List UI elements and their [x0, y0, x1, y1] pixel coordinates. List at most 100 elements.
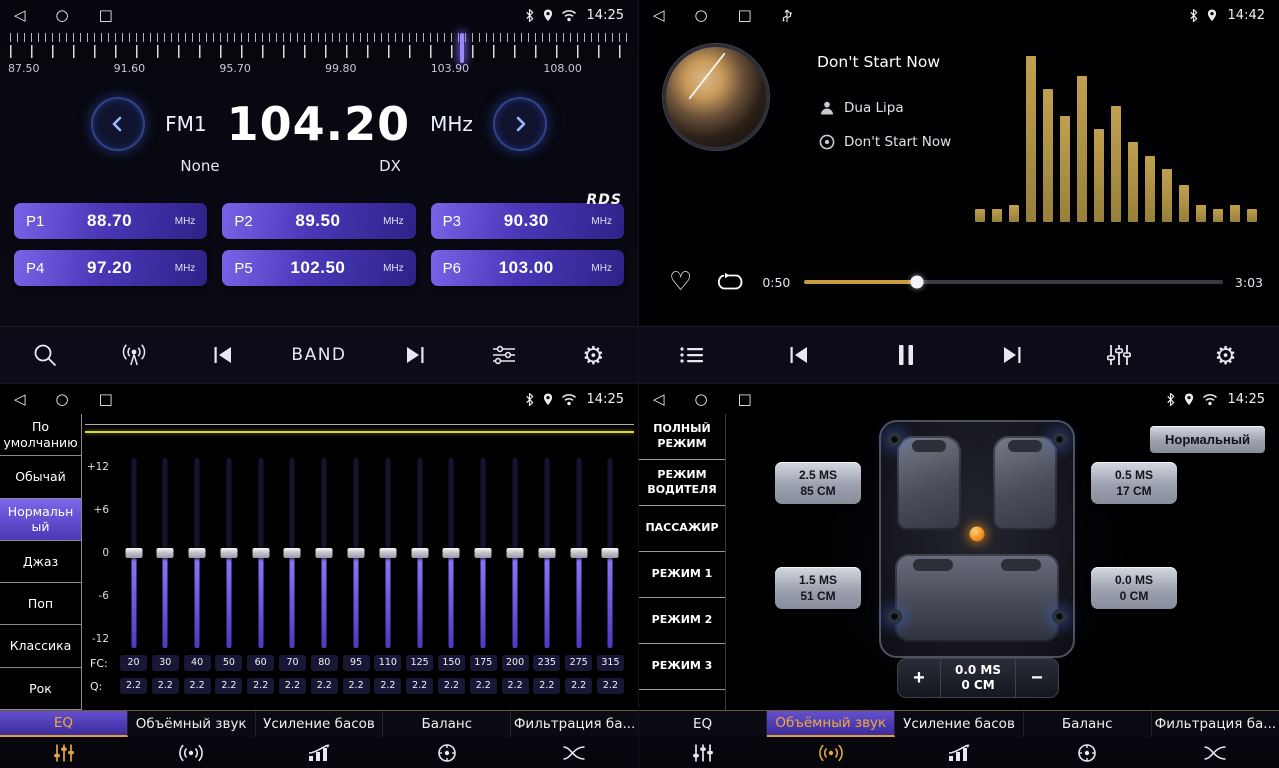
q-value[interactable]: 2.2 — [152, 678, 179, 694]
recents-icon[interactable]: □ — [99, 392, 113, 407]
tab-eq[interactable]: EQ — [639, 711, 767, 737]
frequency-scale[interactable]: 87.5091.6095.7099.80103.90108.00 — [6, 33, 632, 85]
eq-band-slider[interactable] — [438, 458, 465, 648]
fc-value[interactable]: 60 — [247, 655, 274, 671]
q-value[interactable]: 2.2 — [120, 678, 147, 694]
fc-value[interactable]: 20 — [120, 655, 147, 671]
home-icon[interactable]: ○ — [56, 8, 69, 23]
tab-balance[interactable]: Баланс — [1024, 711, 1152, 737]
playlist-icon[interactable] — [671, 345, 713, 365]
fc-value[interactable]: 95 — [343, 655, 370, 671]
eq-band-slider[interactable] — [374, 458, 401, 648]
eq-preset-normal[interactable]: Нормальный — [0, 499, 81, 541]
q-value[interactable]: 2.2 — [343, 678, 370, 694]
favorite-button[interactable]: ♡ — [669, 269, 692, 295]
eq-band-slider[interactable] — [184, 458, 211, 648]
back-icon[interactable]: ◁ — [653, 8, 665, 23]
eq-preset-custom[interactable]: Обычай — [0, 456, 81, 498]
band-button[interactable]: BAND — [291, 345, 346, 365]
delay-front-right-button[interactable]: 0.5 MS 17 CM — [1091, 462, 1177, 504]
bass-boost-icon[interactable] — [255, 744, 383, 762]
eq-band-slider[interactable] — [533, 458, 560, 648]
fc-value[interactable]: 125 — [406, 655, 433, 671]
eq-band-slider[interactable] — [565, 458, 592, 648]
home-icon[interactable]: ○ — [695, 8, 708, 23]
fc-value[interactable]: 50 — [215, 655, 242, 671]
q-value[interactable]: 2.2 — [533, 678, 560, 694]
balance-icon[interactable] — [1023, 743, 1151, 763]
preset-button-p3[interactable]: P390.30MHz — [431, 203, 624, 239]
recents-icon[interactable]: □ — [738, 392, 752, 407]
eq-preset-pop[interactable]: Поп — [0, 583, 81, 625]
back-icon[interactable]: ◁ — [14, 8, 26, 23]
scan-search-icon[interactable] — [24, 342, 66, 368]
mode-1[interactable]: РЕЖИМ 1 — [639, 552, 725, 598]
eq-band-slider[interactable] — [215, 458, 242, 648]
pause-icon[interactable] — [885, 343, 927, 367]
preset-button-p5[interactable]: P5102.50MHz — [222, 250, 415, 286]
fc-value[interactable]: 275 — [565, 655, 592, 671]
home-icon[interactable]: ○ — [56, 392, 69, 407]
album-art[interactable] — [663, 44, 769, 150]
mode-3[interactable]: РЕЖИМ 3 — [639, 644, 725, 690]
fc-value[interactable]: 30 — [152, 655, 179, 671]
settings-gear-icon[interactable]: ⚙ — [1205, 343, 1247, 368]
crossover-filter-icon[interactable] — [1151, 744, 1279, 762]
q-value[interactable]: 2.2 — [502, 678, 529, 694]
tune-down-button[interactable] — [91, 97, 145, 151]
q-value[interactable]: 2.2 — [247, 678, 274, 694]
q-value[interactable]: 2.2 — [215, 678, 242, 694]
audio-settings-icon[interactable] — [483, 344, 525, 366]
fc-value[interactable]: 200 — [502, 655, 529, 671]
q-value[interactable]: 2.2 — [279, 678, 306, 694]
crossover-filter-icon[interactable] — [510, 744, 638, 762]
preset-button-p6[interactable]: P6103.00MHz — [431, 250, 624, 286]
delay-decrease-button[interactable]: − — [1016, 659, 1058, 697]
home-icon[interactable]: ○ — [695, 392, 708, 407]
tab-bass-boost[interactable]: Усиление басов — [895, 711, 1023, 737]
progress-knob[interactable] — [911, 276, 924, 289]
eq-band-slider[interactable] — [406, 458, 433, 648]
eq-band-slider[interactable] — [247, 458, 274, 648]
eq-band-slider[interactable] — [279, 458, 306, 648]
eq-band-slider[interactable] — [470, 458, 497, 648]
fc-value[interactable]: 70 — [279, 655, 306, 671]
balance-icon[interactable] — [383, 743, 511, 763]
preset-button-p2[interactable]: P289.50MHz — [222, 203, 415, 239]
eq-band-slider[interactable] — [343, 458, 370, 648]
eq-icon[interactable] — [0, 743, 128, 763]
q-value[interactable]: 2.2 — [311, 678, 338, 694]
eq-band-slider[interactable] — [502, 458, 529, 648]
eq-band-slider[interactable] — [597, 458, 624, 648]
eq-band-slider[interactable] — [152, 458, 179, 648]
tab-bass-boost[interactable]: Усиление басов — [256, 711, 384, 737]
mode-full[interactable]: ПОЛНЫЙ РЕЖИМ — [639, 414, 725, 460]
back-icon[interactable]: ◁ — [14, 392, 26, 407]
next-station-icon[interactable] — [394, 344, 436, 366]
q-value[interactable]: 2.2 — [406, 678, 433, 694]
delay-increase-button[interactable]: + — [898, 659, 940, 697]
fc-value[interactable]: 150 — [438, 655, 465, 671]
tab-surround[interactable]: Объёмный звук — [767, 711, 895, 737]
mode-2[interactable]: РЕЖИМ 2 — [639, 598, 725, 644]
eq-icon[interactable] — [639, 743, 767, 763]
eq-band-slider[interactable] — [120, 458, 147, 648]
eq-preset-default[interactable]: По умолчанию — [0, 414, 81, 456]
tab-balance[interactable]: Баланс — [383, 711, 511, 737]
surround-sound-icon[interactable] — [767, 744, 895, 762]
next-track-icon[interactable] — [991, 344, 1033, 366]
bass-boost-icon[interactable] — [895, 744, 1023, 762]
preset-button-p1[interactable]: P188.70MHz — [14, 203, 207, 239]
eq-band-slider[interactable] — [311, 458, 338, 648]
q-value[interactable]: 2.2 — [597, 678, 624, 694]
broadcast-icon[interactable] — [113, 343, 155, 367]
back-icon[interactable]: ◁ — [653, 392, 665, 407]
tab-eq[interactable]: EQ — [0, 711, 128, 737]
prev-station-icon[interactable] — [202, 344, 244, 366]
q-value[interactable]: 2.2 — [374, 678, 401, 694]
q-value[interactable]: 2.2 — [565, 678, 592, 694]
recents-icon[interactable]: □ — [738, 8, 752, 23]
delay-front-left-button[interactable]: 2.5 MS 85 CM — [775, 462, 861, 504]
repeat-button[interactable] — [716, 272, 744, 292]
surround-preset-button[interactable]: Нормальный — [1150, 426, 1265, 453]
